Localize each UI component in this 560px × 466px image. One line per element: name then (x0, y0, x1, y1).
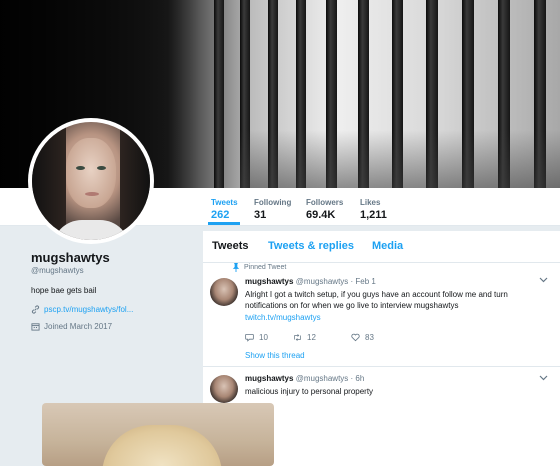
tweet-media-image[interactable] (42, 403, 274, 466)
heart-icon (351, 333, 360, 342)
pinned-label: Pinned Tweet (244, 264, 287, 271)
profile-bio: hope bae gets bail (31, 286, 97, 295)
profile-avatar[interactable] (28, 118, 154, 244)
show-thread-link[interactable]: Show this thread (245, 351, 305, 360)
like-count: 83 (365, 333, 374, 342)
profile-link[interactable]: pscp.tv/mugshawtys/fol... (44, 305, 133, 314)
nav-likes-label: Likes (360, 198, 381, 207)
nav-tweets[interactable]: Tweets 262 (211, 198, 238, 221)
nav-following[interactable]: Following 31 (254, 198, 291, 221)
nav-likes-count: 1,211 (360, 209, 387, 221)
tweet-avatar[interactable] (210, 375, 238, 403)
like-action[interactable]: 83 (351, 333, 399, 342)
tab-tweets-replies[interactable]: Tweets & replies (268, 240, 354, 252)
avatar-image (32, 122, 150, 240)
pin-icon (231, 263, 240, 272)
nav-active-underline (208, 222, 240, 225)
tweet-avatar[interactable] (210, 278, 238, 306)
pinned-row: Pinned Tweet (231, 263, 286, 272)
tweet-text: Alright I got a twitch setup, if you guy… (245, 290, 508, 310)
nav-followers-count: 69.4K (306, 209, 336, 221)
profile-joined-row: Joined March 2017 (31, 322, 112, 331)
chevron-down-icon[interactable] (539, 276, 548, 285)
nav-following-count: 31 (254, 209, 267, 221)
profile-handle: @mugshawtys (31, 266, 84, 275)
media-photo-subject (102, 425, 222, 466)
nav-followers[interactable]: Followers 69.4K (306, 198, 343, 221)
chevron-down-icon[interactable] (539, 374, 548, 383)
tweet-pinned[interactable]: Pinned Tweet mugshawtys @mugshawtys · Fe… (203, 263, 560, 367)
tab-tweets[interactable]: Tweets (212, 240, 248, 252)
nav-likes[interactable]: Likes 1,211 (360, 198, 387, 221)
reply-action[interactable]: 10 (245, 333, 293, 342)
tweet-header: mugshawtys @mugshawtys · Feb 1 (245, 277, 376, 286)
timeline-tabs: Tweets Tweets & replies Media (203, 231, 560, 263)
profile-link-row[interactable]: pscp.tv/mugshawtys/fol... (31, 305, 133, 314)
banner-floor (240, 130, 560, 188)
tweet-text: malicious injury to personal property (245, 387, 374, 396)
retweet-count: 12 (307, 333, 316, 342)
nav-following-label: Following (254, 198, 292, 207)
jail-bar (214, 0, 224, 188)
link-icon (31, 305, 40, 314)
tweet-header: mugshawtys @mugshawtys · 6h (245, 374, 364, 383)
tweet-meta[interactable]: @mugshawtys · Feb 1 (296, 277, 376, 286)
retweet-action[interactable]: 12 (293, 333, 351, 342)
tab-media[interactable]: Media (372, 240, 403, 252)
tweet-author[interactable]: mugshawtys (245, 374, 293, 383)
tweet-link[interactable]: twitch.tv/mugshawtys (245, 313, 321, 322)
profile-joined: Joined March 2017 (44, 322, 113, 331)
calendar-icon (31, 322, 40, 331)
nav-followers-label: Followers (306, 198, 344, 207)
profile-name[interactable]: mugshawtys (31, 250, 110, 265)
reply-count: 10 (259, 333, 268, 342)
nav-tweets-count: 262 (211, 209, 230, 221)
nav-tweets-label: Tweets (211, 198, 238, 207)
tweet-meta[interactable]: @mugshawtys · 6h (296, 374, 365, 383)
reply-icon (245, 333, 254, 342)
retweet-icon (293, 333, 302, 342)
tweet-actions: 10 12 83 (245, 333, 399, 342)
tweet-author[interactable]: mugshawtys (245, 277, 293, 286)
